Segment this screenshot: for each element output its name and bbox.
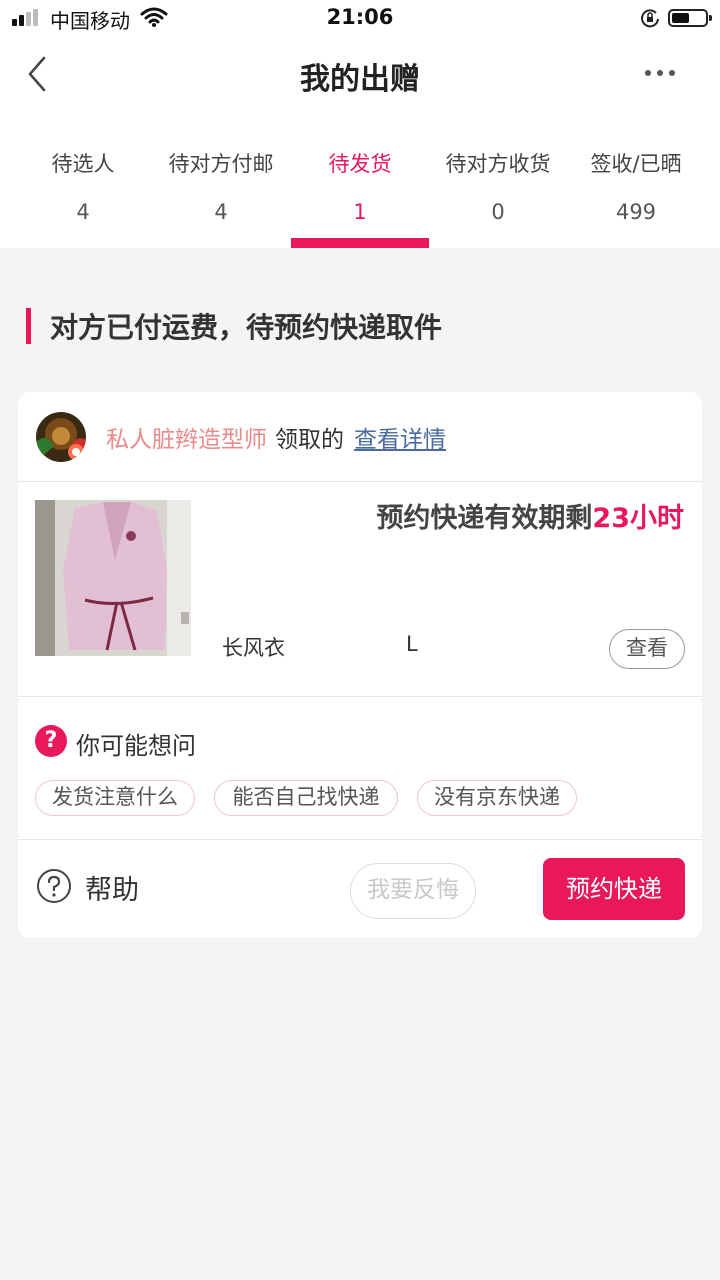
tab-label: 待对方付邮 <box>168 152 274 176</box>
tab-label: 待对方收货 <box>445 152 551 176</box>
faq-title: 你可能想问 <box>76 732 196 760</box>
tab-label: 签收/已晒 <box>590 152 682 176</box>
header-area: 中国移动 21:06 我的出赠 待选人 4 待对方付邮 4 待发货 1 待对方收… <box>0 0 720 248</box>
tab-received-shared[interactable]: 签收/已晒 499 <box>567 140 705 248</box>
section-marker <box>26 308 31 344</box>
tab-label: 待选人 <box>51 152 115 176</box>
status-bar: 中国移动 21:06 <box>0 0 720 36</box>
view-details-link[interactable]: 查看详情 <box>354 427 446 453</box>
regret-button[interactable]: 我要反悔 <box>350 863 476 919</box>
faq-chip-no-jd-express[interactable]: 没有京东快递 <box>417 780 577 816</box>
tab-count: 1 <box>353 200 367 224</box>
tab-count: 4 <box>214 200 228 224</box>
book-courier-button[interactable]: 预约快递 <box>543 858 685 920</box>
claimer-name[interactable]: 私人脏辫造型师 <box>106 427 267 453</box>
faq-chip-shipping-notes[interactable]: 发货注意什么 <box>35 780 195 816</box>
claim-line: 私人脏辫造型师 领取的 查看详情 <box>106 420 446 454</box>
deadline-label: 预约快递有效期剩 <box>376 503 593 534</box>
battery-icon <box>668 9 712 27</box>
tab-count: 0 <box>491 200 505 224</box>
help-icon[interactable] <box>36 868 72 904</box>
faq-chip-own-courier[interactable]: 能否自己找快递 <box>214 780 398 816</box>
view-button[interactable]: 查看 <box>609 629 685 669</box>
tab-awaiting-postage[interactable]: 待对方付邮 4 <box>152 140 290 248</box>
orientation-lock-icon <box>641 9 659 28</box>
booking-deadline: 预约快递有效期剩23小时 <box>376 496 684 535</box>
help-link[interactable]: 帮助 <box>85 868 139 907</box>
active-tab-indicator <box>291 238 429 248</box>
product-image[interactable] <box>35 500 191 656</box>
claim-text: 领取的 <box>275 427 344 453</box>
tab-awaiting-selection[interactable]: 待选人 4 <box>14 140 152 248</box>
section-title: 对方已付运费，待预约快递取件 <box>50 311 443 344</box>
tab-count: 499 <box>615 200 657 224</box>
divider <box>18 696 702 697</box>
order-card: 私人脏辫造型师 领取的 查看详情 预约快递有效期剩23小时 长风衣 L 查看 ? 你… <box>18 392 702 938</box>
tab-awaiting-shipment[interactable]: 待发货 1 <box>291 140 429 248</box>
more-icon[interactable] <box>638 56 682 90</box>
tab-label: 待发货 <box>328 152 392 176</box>
product-name: 长风衣 <box>222 636 285 660</box>
product-size: L <box>406 632 418 656</box>
tab-awaiting-receipt[interactable]: 待对方收货 0 <box>429 140 567 248</box>
status-time: 21:06 <box>326 5 394 29</box>
page-title: 我的出赠 <box>300 62 420 97</box>
tab-count: 4 <box>76 200 90 224</box>
divider <box>18 839 702 840</box>
divider <box>18 481 702 482</box>
avatar[interactable] <box>36 412 86 462</box>
deadline-value: 23小时 <box>592 503 684 534</box>
question-icon: ? <box>35 725 67 757</box>
